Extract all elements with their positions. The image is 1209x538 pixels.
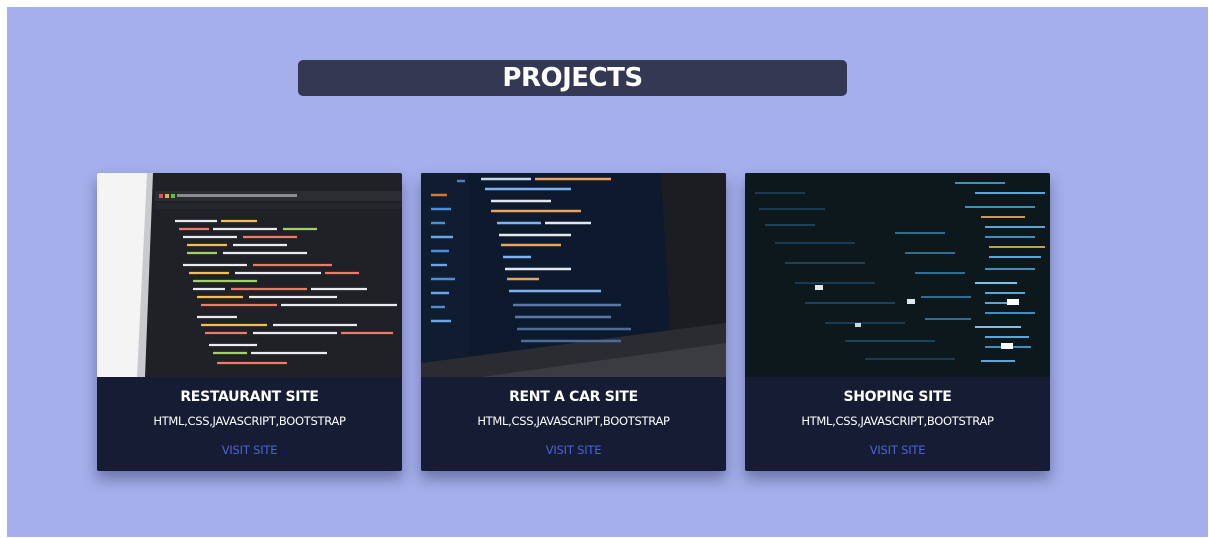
visit-site-link[interactable]: VISIT SITE [745,443,1050,457]
project-card-restaurant: RESTAURANT SITE HTML,CSS,JAVASCRIPT,BOOT… [97,173,402,471]
visit-site-link[interactable]: VISIT SITE [97,443,402,457]
project-info: RENT A CAR SITE HTML,CSS,JAVASCRIPT,BOOT… [421,377,726,471]
visit-site-link[interactable]: VISIT SITE [421,443,726,457]
project-title: RENT A CAR SITE [509,389,638,405]
project-technologies: HTML,CSS,JAVASCRIPT,BOOTSTRAP [153,414,346,428]
project-title: SHOPING SITE [843,389,952,405]
dark-laptop-code-image [421,173,726,377]
project-info: RESTAURANT SITE HTML,CSS,JAVASCRIPT,BOOT… [97,377,402,471]
project-info: SHOPING SITE HTML,CSS,JAVASCRIPT,BOOTSTR… [745,377,1050,471]
page-title: PROJECTS [298,60,847,96]
projects-section: PROJECTS RESTAURANT SITE HTML,CSS,JAVASC… [7,7,1208,537]
project-card-rent-a-car: RENT A CAR SITE HTML,CSS,JAVASCRIPT,BOOT… [421,173,726,471]
project-technologies: HTML,CSS,JAVASCRIPT,BOOTSTRAP [801,414,994,428]
dark-code-screen-image [745,173,1050,377]
project-title: RESTAURANT SITE [180,389,319,405]
laptop-code-editor-image [97,173,402,377]
project-card-shoping: SHOPING SITE HTML,CSS,JAVASCRIPT,BOOTSTR… [745,173,1050,471]
project-technologies: HTML,CSS,JAVASCRIPT,BOOTSTRAP [477,414,670,428]
